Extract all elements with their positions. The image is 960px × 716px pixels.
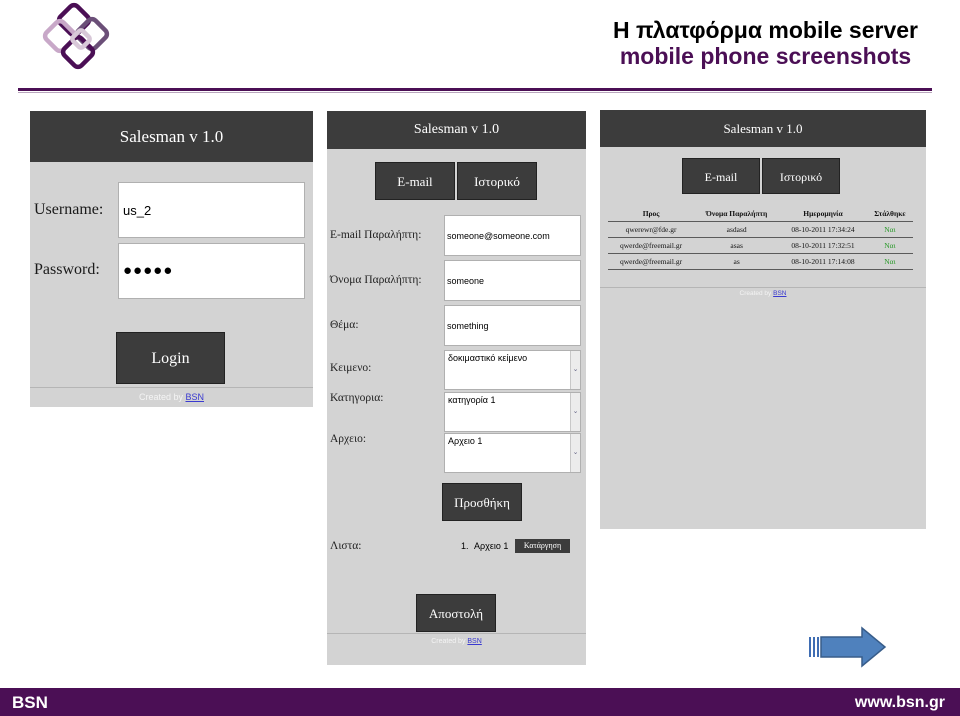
table-header-row: Προς Όνομα Παραλήπτη Ημερομηνία Στάλθηκε <box>608 208 913 222</box>
tab-email[interactable]: E-mail <box>375 162 455 200</box>
app-header: Salesman v 1.0 <box>327 111 586 149</box>
column-header: Ημερομηνία <box>779 208 867 222</box>
table-row: qwerewr@fde.gr asdasd 08-10-2011 17:34:2… <box>608 221 913 238</box>
category-value: κατηγορία 1 <box>448 395 496 405</box>
list-label: Λιστα: <box>330 540 362 552</box>
list-item: Αρχειο 1 <box>474 541 509 551</box>
cell-sent: Ναι <box>866 221 913 238</box>
password-field[interactable]: ●●●●● <box>118 243 305 299</box>
history-table: Προς Όνομα Παραλήπτη Ημερομηνία Στάλθηκε… <box>608 208 913 270</box>
send-button[interactable]: Αποστολή <box>416 594 496 632</box>
header-divider <box>18 88 932 91</box>
recipient-name-label: Όνομα Παραλήπτη: <box>330 274 422 286</box>
footer-website: www.bsn.gr <box>854 694 945 711</box>
text-area[interactable]: δοκιμαστικό κείμενο ⌄ <box>444 350 581 390</box>
recipient-name-field[interactable]: someone <box>444 260 581 301</box>
cell-date: 08-10-2011 17:14:08 <box>779 253 867 270</box>
login-screen: Salesman v 1.0 Username: us_2 Password: … <box>30 111 313 407</box>
app-footer: Created by BSN <box>30 387 313 407</box>
table-row: qwerde@freemail.gr asas 08-10-2011 17:32… <box>608 237 913 254</box>
username-label: Username: <box>34 201 104 218</box>
chevron-down-icon[interactable]: ⌄ <box>570 393 580 431</box>
app-footer: Created by BSN <box>600 287 926 301</box>
slide-title-line2: mobile phone screenshots <box>619 42 912 69</box>
footer-link[interactable]: BSN <box>467 638 481 645</box>
cell-recipient-name: as <box>694 253 780 270</box>
file-label: Αρχειο: <box>330 433 367 445</box>
table-row: qwerde@freemail.gr as 08-10-2011 17:14:0… <box>608 253 913 270</box>
category-label: Κατηγορια: <box>330 392 384 404</box>
chevron-down-icon[interactable]: ⌄ <box>570 434 580 472</box>
chevron-down-icon[interactable]: ⌄ <box>570 351 580 389</box>
cell-recipient-email: qwerde@freemail.gr <box>608 237 695 254</box>
history-screen: Salesman v 1.0 E-mail Ιστορικό Προς Όνομ… <box>600 110 926 529</box>
cell-sent: Ναι <box>866 237 913 254</box>
cell-recipient-name: asas <box>694 237 780 254</box>
app-footer: Created by BSN <box>327 633 586 653</box>
footer-text: Created by <box>739 290 774 297</box>
slide-title: Η πλατφόρμα mobile server mobile phone s… <box>613 17 918 70</box>
text-area-value: δοκιμαστικό κείμενο <box>448 353 528 363</box>
slide-footer: BSN www.bsn.gr <box>0 688 960 716</box>
app-header: Salesman v 1.0 <box>600 110 926 147</box>
tab-email[interactable]: E-mail <box>682 158 760 194</box>
footer-brand: BSN <box>12 693 48 712</box>
header-divider-thin <box>18 92 932 93</box>
tab-history[interactable]: Ιστορικό <box>457 162 537 200</box>
app-header: Salesman v 1.0 <box>30 111 313 162</box>
cell-recipient-email: qwerewr@fde.gr <box>608 221 695 238</box>
next-arrow-icon[interactable] <box>807 626 887 668</box>
bsn-logo-icon <box>42 2 110 70</box>
email-screen: Salesman v 1.0 E-mail Ιστορικό E-mail Πα… <box>327 111 586 665</box>
footer-text: Created by <box>138 392 186 402</box>
footer-text: Created by <box>431 638 468 645</box>
password-label: Password: <box>34 261 100 278</box>
login-button[interactable]: Login <box>116 332 225 384</box>
list-item-number: 1. <box>461 541 469 551</box>
subject-label: Θέμα: <box>330 319 359 331</box>
cell-sent: Ναι <box>866 253 913 270</box>
category-select[interactable]: κατηγορία 1 ⌄ <box>444 392 581 432</box>
subject-field[interactable]: something <box>444 305 581 346</box>
cell-recipient-name: asdasd <box>694 221 780 238</box>
tab-history[interactable]: Ιστορικό <box>762 158 840 194</box>
username-field[interactable]: us_2 <box>118 182 305 238</box>
add-button[interactable]: Προσθήκη <box>442 483 522 521</box>
column-header: Προς <box>608 208 695 222</box>
footer-link[interactable]: BSN <box>773 290 786 297</box>
column-header: Στάλθηκε <box>866 208 913 222</box>
footer-link[interactable]: BSN <box>186 392 205 402</box>
column-header: Όνομα Παραλήπτη <box>694 208 780 222</box>
cell-date: 08-10-2011 17:32:51 <box>779 237 867 254</box>
text-label: Κειμενο: <box>330 362 372 374</box>
remove-button[interactable]: Κατάργηση <box>515 539 570 553</box>
recipient-email-field[interactable]: someone@someone.com <box>444 215 581 256</box>
file-value: Αρχειο 1 <box>448 436 483 446</box>
slide-title-line1: Η πλατφόρμα mobile server <box>613 17 918 43</box>
recipient-email-label: E-mail Παραλήπτη: <box>330 229 422 241</box>
cell-date: 08-10-2011 17:34:24 <box>779 221 867 238</box>
file-select[interactable]: Αρχειο 1 ⌄ <box>444 433 581 473</box>
cell-recipient-email: qwerde@freemail.gr <box>608 253 695 270</box>
